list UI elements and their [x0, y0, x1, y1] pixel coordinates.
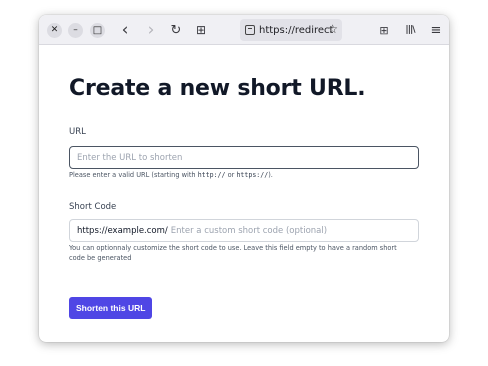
back-arrow-icon: ‹: [121, 20, 129, 40]
maximize-window-button[interactable]: □: [90, 23, 105, 38]
forward-button[interactable]: ›: [142, 20, 160, 40]
minimize-window-button[interactable]: –: [68, 23, 83, 38]
page-title: Create a new short URL.: [69, 76, 366, 101]
url-label: URL: [69, 127, 86, 137]
browser-toolbar: ✕ – □ ‹ › ↻ ⊞ https://redirectic ☆ ⊞ |||: [39, 15, 449, 45]
extensions-icon: ⊞: [379, 23, 389, 37]
new-tab-button[interactable]: ⊞: [192, 21, 210, 39]
forward-arrow-icon: ›: [147, 20, 155, 40]
shorten-url-button[interactable]: Shorten this URL: [69, 297, 153, 319]
menu-button[interactable]: ≡: [427, 21, 445, 39]
url-help-code-http: http://: [197, 171, 226, 179]
url-help-code-https: https://: [236, 171, 269, 179]
bookmark-star-icon[interactable]: ☆: [327, 22, 338, 36]
short-code-input[interactable]: https://example.com/ Enter a custom shor…: [69, 219, 419, 242]
url-help-suffix: ).: [268, 171, 273, 179]
short-code-label: Short Code: [69, 202, 117, 212]
close-icon: ✕: [50, 25, 59, 35]
url-help-prefix: Please enter a valid URL (starting with: [69, 171, 198, 179]
extensions-button[interactable]: ⊞: [375, 21, 393, 39]
library-button[interactable]: |||\: [401, 21, 419, 39]
address-bar[interactable]: https://redirectic ☆: [240, 19, 342, 41]
minimize-icon: –: [73, 25, 78, 35]
address-text: https://redirectic: [259, 24, 333, 36]
maximize-icon: □: [92, 24, 103, 36]
browser-window: ✕ – □ ‹ › ↻ ⊞ https://redirectic ☆ ⊞ |||: [39, 15, 449, 342]
back-button[interactable]: ‹: [116, 20, 134, 40]
short-code-placeholder: Enter a custom short code (optional): [170, 225, 328, 236]
url-help-mid: or: [225, 171, 237, 179]
url-help-text: Please enter a valid URL (starting with …: [69, 170, 409, 180]
short-code-prefix: https://example.com/: [77, 225, 168, 236]
page-content: Create a new short URL. URL Enter the UR…: [39, 46, 449, 342]
hamburger-menu-icon: ≡: [430, 22, 442, 38]
new-tab-icon: ⊞: [195, 23, 207, 37]
url-input[interactable]: Enter the URL to shorten: [69, 146, 419, 169]
reload-icon: ↻: [170, 22, 182, 38]
short-code-help-text: You can optionnaly customize the short c…: [69, 244, 397, 262]
library-icon: |||\: [405, 25, 415, 35]
page-info-icon[interactable]: [245, 25, 255, 35]
close-window-button[interactable]: ✕: [47, 23, 62, 38]
url-placeholder: Enter the URL to shorten: [77, 152, 183, 163]
reload-button[interactable]: ↻: [167, 21, 185, 39]
